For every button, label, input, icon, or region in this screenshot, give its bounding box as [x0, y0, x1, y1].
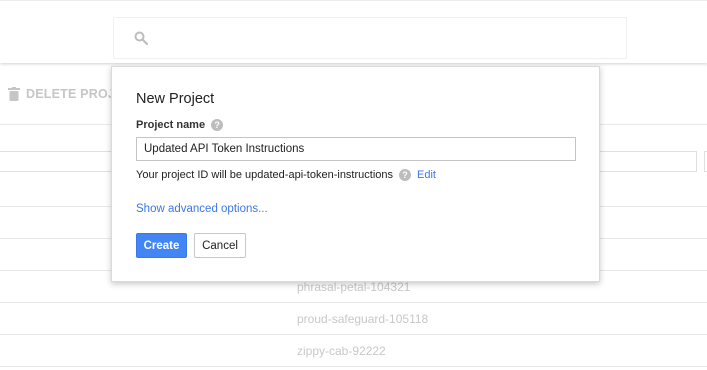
new-project-dialog: New Project Project name ? Your project … [111, 66, 600, 282]
show-advanced-options-link[interactable]: Show advanced options... [136, 203, 268, 215]
delete-project-label: DELETE PROJ [26, 87, 116, 101]
trash-icon [8, 87, 20, 101]
project-list-item[interactable]: proud-safeguard-105118 [297, 312, 428, 326]
project-name-input[interactable] [136, 137, 576, 161]
divider [0, 302, 707, 303]
project-name-label: Project name [136, 119, 206, 131]
project-id-text: Your project ID will be updated-api-toke… [136, 169, 394, 181]
project-name-label-row: Project name ? [136, 119, 224, 131]
cancel-button[interactable]: Cancel [194, 233, 246, 258]
create-button[interactable]: Create [136, 233, 187, 258]
search-box[interactable] [113, 17, 627, 59]
project-id-line: Your project ID will be updated-api-toke… [136, 169, 436, 181]
divider [0, 334, 707, 335]
delete-project-button[interactable]: DELETE PROJ [8, 84, 115, 104]
help-icon[interactable]: ? [399, 169, 412, 181]
search-icon [134, 31, 148, 45]
dialog-title: New Project [136, 91, 215, 107]
project-list-item[interactable]: zippy-cab-92222 [297, 344, 386, 358]
project-list-item[interactable]: phrasal-petal-104321 [297, 280, 410, 294]
divider [0, 366, 707, 367]
help-icon[interactable]: ? [211, 119, 224, 131]
top-app-bar [0, 0, 707, 63]
edit-project-id-link[interactable]: Edit [417, 169, 436, 181]
